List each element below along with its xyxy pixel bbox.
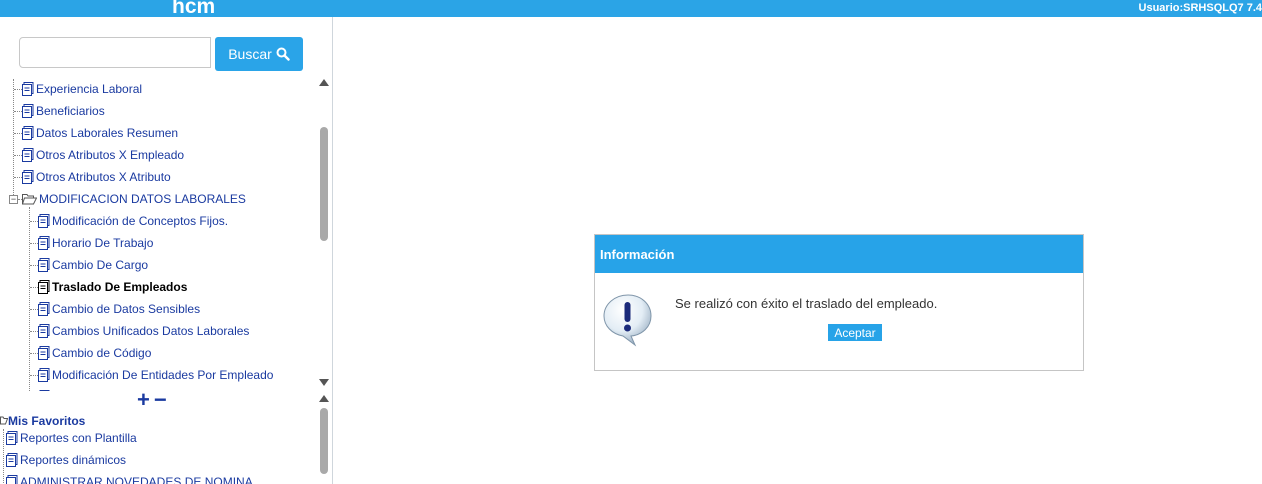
tree-item-horario-de-trabajo[interactable]: Horario De Trabajo <box>38 234 153 252</box>
tree-item-label: Otros Atributos X Atributo <box>36 170 171 184</box>
tree-item-datos-laborales-resumen[interactable]: Datos Laborales Resumen <box>22 124 178 142</box>
search-icon <box>276 47 290 61</box>
accept-button[interactable]: Aceptar <box>828 324 882 341</box>
expand-collapse-controls: +− <box>137 389 171 411</box>
search-button[interactable]: Buscar <box>215 37 303 71</box>
tree-item-experiencia-laboral[interactable]: Experiencia Laboral <box>22 80 142 98</box>
exclamation-bubble-icon <box>603 294 652 347</box>
user-label: Usuario:SRHSQLQ7 7.4 <box>1138 2 1262 14</box>
document-icon <box>38 324 50 338</box>
tree-connector <box>30 265 38 266</box>
tree-folder-modificacion-datos-laborales[interactable]: MODIFICACION DATOS LABORALES <box>21 190 246 208</box>
tree-item-label: Experiencia Laboral <box>36 82 143 96</box>
info-dialog: Información Se realizó con éxito el tras… <box>594 234 1084 371</box>
tree-item-label: Beneficiarios <box>36 104 105 118</box>
document-icon <box>38 280 50 294</box>
tree-item-cambio-de-codigo[interactable]: Cambio de Código <box>38 344 151 362</box>
tree-item-partial <box>38 388 52 391</box>
tree-connector <box>14 133 22 134</box>
document-icon <box>22 104 34 118</box>
app-logo: hcm <box>172 0 216 17</box>
document-icon <box>22 82 34 96</box>
tree-connector <box>30 221 38 222</box>
tree-connector <box>30 375 38 376</box>
tree-item-traslado-de-empleados[interactable]: Traslado De Empleados <box>38 278 187 296</box>
tree-connector <box>30 243 38 244</box>
document-icon <box>38 258 50 272</box>
left-panel: Buscar Experiencia Laboral Beneficiarios… <box>0 17 333 484</box>
tree-item-cambios-unificados[interactable]: Cambios Unificados Datos Laborales <box>38 322 249 340</box>
document-icon <box>38 390 50 391</box>
search-button-label: Buscar <box>228 46 272 62</box>
tree-item-beneficiarios[interactable]: Beneficiarios <box>22 102 105 120</box>
tree-connector <box>30 309 38 310</box>
tree-connector <box>3 429 4 484</box>
tree-connector <box>30 287 38 288</box>
top-bar: hcm Usuario:SRHSQLQ7 7.4 <box>0 0 1262 17</box>
tree-item-label: Cambio de Datos Sensibles <box>52 302 201 316</box>
open-folder-icon <box>21 192 38 206</box>
tree-item-label: Modificación de Conceptos Fijos. <box>52 214 229 228</box>
tree-connector <box>14 155 22 156</box>
scroll-up-arrow[interactable] <box>319 395 329 402</box>
folder-icon <box>0 414 9 428</box>
collapse-all-button[interactable]: − <box>154 387 171 412</box>
tree-connector <box>30 331 38 332</box>
tree-item-label: Otros Atributos X Empleado <box>36 148 185 162</box>
document-icon <box>38 368 50 382</box>
tree-item-label: Horario De Trabajo <box>52 236 154 250</box>
tree-item-cambio-datos-sensibles[interactable]: Cambio de Datos Sensibles <box>38 300 200 318</box>
tree-item-label: Cambio de Código <box>52 346 152 360</box>
favorite-item-label: Reportes con Plantilla <box>20 431 137 445</box>
favorite-item-reportes-dinamicos[interactable]: Reportes dinámicos <box>6 451 126 469</box>
tree-item-cambio-de-cargo[interactable]: Cambio De Cargo <box>38 256 148 274</box>
document-icon <box>22 148 34 162</box>
dialog-title: Información <box>600 246 675 262</box>
tree-item-label: Traslado De Empleados <box>52 280 188 294</box>
favorites-header[interactable]: Mis Favoritos <box>0 413 85 429</box>
tree-item-modificacion-entidades[interactable]: Modificación De Entidades Por Empleado <box>38 366 273 384</box>
document-icon <box>22 170 34 184</box>
scroll-thumb[interactable] <box>320 408 328 474</box>
document-icon <box>6 453 18 467</box>
tree-connector <box>14 111 22 112</box>
tree-connector <box>14 89 22 90</box>
search-input[interactable] <box>19 37 211 68</box>
tree-item-label: Cambios Unificados Datos Laborales <box>52 324 250 338</box>
favorite-item-reportes-plantilla[interactable]: Reportes con Plantilla <box>6 429 137 447</box>
tree-item-label: Cambio De Cargo <box>52 258 149 272</box>
favorites-scrollbar[interactable] <box>318 395 330 484</box>
tree-connector <box>14 177 22 178</box>
document-icon <box>38 302 50 316</box>
document-icon <box>22 126 34 140</box>
tree-item-modificacion-conceptos-fijos[interactable]: Modificación de Conceptos Fijos. <box>38 212 228 230</box>
document-icon <box>38 346 50 360</box>
favorite-item-label: ADMINISTRAR NOVEDADES DE NOMINA <box>20 475 253 484</box>
dialog-message: Se realizó con éxito el traslado del emp… <box>675 296 938 311</box>
collapse-toggle[interactable]: − <box>9 195 18 204</box>
tree-item-label: Modificación De Entidades Por Empleado <box>52 368 274 382</box>
menu-scrollbar[interactable] <box>318 77 330 389</box>
favorite-item-administrar-novedades[interactable]: ADMINISTRAR NOVEDADES DE NOMINA <box>6 473 253 484</box>
tree-item-otros-atributos-x-atributo[interactable]: Otros Atributos X Atributo <box>22 168 171 186</box>
document-icon <box>6 431 18 445</box>
tree-item-label: Datos Laborales Resumen <box>36 126 179 140</box>
tree-connector <box>29 207 30 391</box>
document-icon <box>38 214 50 228</box>
scroll-up-arrow[interactable] <box>319 79 329 86</box>
scroll-thumb[interactable] <box>320 127 328 241</box>
dialog-header: Información <box>595 235 1083 273</box>
scroll-down-arrow[interactable] <box>319 379 329 386</box>
tree-item-label: MODIFICACION DATOS LABORALES <box>39 192 246 206</box>
tree-item-otros-atributos-x-empleado[interactable]: Otros Atributos X Empleado <box>22 146 184 164</box>
tree-connector <box>13 79 14 201</box>
document-icon <box>38 236 50 250</box>
tree-connector <box>30 353 38 354</box>
document-icon <box>6 475 18 484</box>
expand-all-button[interactable]: + <box>137 387 154 412</box>
favorite-item-label: Reportes dinámicos <box>20 453 127 467</box>
menu-tree: Experiencia Laboral Beneficiarios Datos … <box>0 79 318 391</box>
favorites-title: Mis Favoritos <box>8 414 86 428</box>
